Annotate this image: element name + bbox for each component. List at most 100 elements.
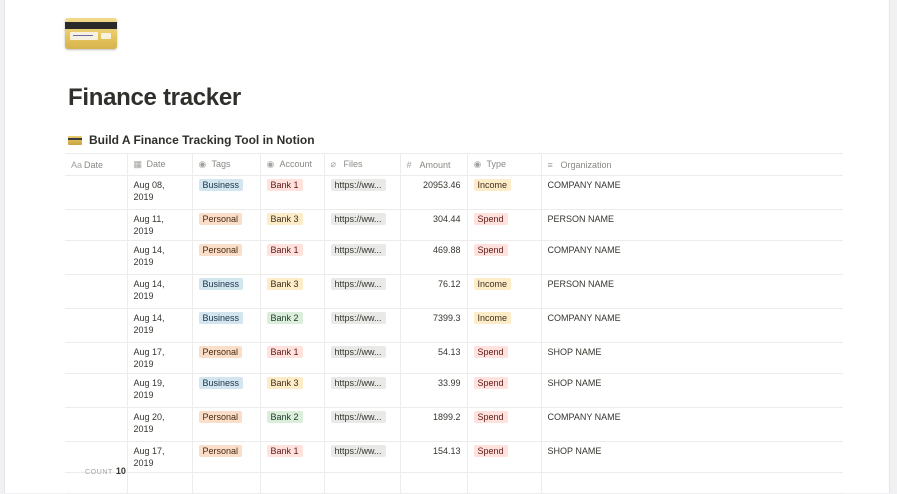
file-link[interactable]: https://ww... xyxy=(330,445,386,457)
cell-amount[interactable]: 76.12 xyxy=(399,274,467,309)
cell-date[interactable]: Aug 19, 2019 xyxy=(126,373,192,408)
empty-cell[interactable] xyxy=(191,472,260,494)
cell-name[interactable] xyxy=(65,373,127,408)
table-row[interactable]: Aug 14, 2019 Business Bank 3 https://ww... 7… xyxy=(65,274,843,309)
cell-amount[interactable]: 20953.46 xyxy=(399,175,467,210)
cell-organization[interactable]: SHOP NAME xyxy=(540,342,843,374)
cell-amount[interactable]: 1899.2 xyxy=(399,407,467,442)
file-link[interactable]: https://ww... xyxy=(330,179,386,191)
type-pill[interactable]: Spend xyxy=(473,411,508,423)
column-header-date[interactable]: ▦ Date xyxy=(126,153,192,176)
cell-type[interactable]: Spend xyxy=(466,407,541,442)
cell-type[interactable]: Spend xyxy=(466,342,541,374)
account-pill[interactable]: Bank 2 xyxy=(266,312,303,324)
cell-amount[interactable]: 304.44 xyxy=(399,209,467,241)
account-pill[interactable]: Bank 1 xyxy=(266,346,303,358)
type-pill[interactable]: Income xyxy=(473,312,512,324)
cell-type[interactable]: Income xyxy=(466,175,541,210)
cell-tags[interactable]: Personal xyxy=(191,240,260,275)
cell-amount[interactable]: 33.99 xyxy=(399,373,467,408)
file-link[interactable]: https://ww... xyxy=(330,244,386,256)
cell-tags[interactable]: Personal xyxy=(191,441,260,473)
tag-pill[interactable]: Business xyxy=(198,278,244,290)
empty-cell[interactable] xyxy=(259,472,324,494)
tag-pill[interactable]: Personal xyxy=(198,346,243,358)
type-pill[interactable]: Spend xyxy=(473,346,508,358)
database-title[interactable]: Build A Finance Tracking Tool in Notion xyxy=(68,132,315,148)
table-row[interactable]: Aug 17, 2019 Personal Bank 1 https://ww... 5… xyxy=(65,342,843,374)
empty-cell[interactable] xyxy=(399,472,467,494)
cell-date[interactable]: Aug 20, 2019 xyxy=(126,407,192,442)
file-link[interactable]: https://ww... xyxy=(330,377,386,389)
empty-cell[interactable] xyxy=(126,472,192,494)
tag-pill[interactable]: Business xyxy=(198,312,244,324)
cell-tags[interactable]: Business xyxy=(191,274,260,309)
cell-account[interactable]: Bank 2 xyxy=(259,308,324,343)
file-link[interactable]: https://ww... xyxy=(330,346,386,358)
cell-amount[interactable]: 7399.3 xyxy=(399,308,467,343)
cell-type[interactable]: Spend xyxy=(466,240,541,275)
tag-pill[interactable]: Personal xyxy=(198,244,243,256)
cell-files[interactable]: https://ww... xyxy=(323,342,400,374)
file-link[interactable]: https://ww... xyxy=(330,411,386,423)
table-row[interactable]: Aug 20, 2019 Personal Bank 2 https://ww... 1… xyxy=(65,407,843,442)
cell-account[interactable]: Bank 1 xyxy=(259,175,324,210)
type-pill[interactable]: Spend xyxy=(473,213,508,225)
cell-tags[interactable]: Business xyxy=(191,175,260,210)
type-pill[interactable]: Spend xyxy=(473,244,508,256)
cell-account[interactable]: Bank 3 xyxy=(259,209,324,241)
cell-type[interactable]: Income xyxy=(466,308,541,343)
tag-pill[interactable]: Personal xyxy=(198,213,243,225)
file-link[interactable]: https://ww... xyxy=(330,213,386,225)
table-row[interactable]: Aug 19, 2019 Business Bank 3 https://ww... 3… xyxy=(65,373,843,408)
cell-name[interactable] xyxy=(65,209,127,241)
cell-name[interactable] xyxy=(65,407,127,442)
account-pill[interactable]: Bank 3 xyxy=(266,377,303,389)
cell-organization[interactable]: COMPANY NAME xyxy=(540,308,843,343)
cell-amount[interactable]: 54.13 xyxy=(399,342,467,374)
type-pill[interactable]: Spend xyxy=(473,445,508,457)
column-header-account[interactable]: ◉ Account xyxy=(259,153,324,176)
cell-amount[interactable]: 469.88 xyxy=(399,240,467,275)
cell-date[interactable]: Aug 14, 2019 xyxy=(126,308,192,343)
tag-pill[interactable]: Personal xyxy=(198,411,243,423)
cell-date[interactable]: Aug 11, 2019 xyxy=(126,209,192,241)
column-header-amount[interactable]: # Amount xyxy=(399,153,467,176)
cell-tags[interactable]: Personal xyxy=(191,407,260,442)
cell-tags[interactable]: Business xyxy=(191,373,260,408)
type-pill[interactable]: Spend xyxy=(473,377,508,389)
account-pill[interactable]: Bank 2 xyxy=(266,411,303,423)
table-row[interactable]: Aug 14, 2019 Personal Bank 1 https://ww... 4… xyxy=(65,240,843,275)
column-header-files[interactable]: ⌀ Files xyxy=(323,153,400,176)
cell-account[interactable]: Bank 3 xyxy=(259,373,324,408)
empty-cell[interactable] xyxy=(323,472,400,494)
cell-files[interactable]: https://ww... xyxy=(323,240,400,275)
cell-date[interactable]: Aug 17, 2019 xyxy=(126,342,192,374)
cell-organization[interactable]: COMPANY NAME xyxy=(540,175,843,210)
cell-tags[interactable]: Personal xyxy=(191,342,260,374)
type-pill[interactable]: Income xyxy=(473,278,512,290)
cell-account[interactable]: Bank 2 xyxy=(259,407,324,442)
cell-account[interactable]: Bank 1 xyxy=(259,441,324,473)
table-row[interactable]: Aug 17, 2019 Personal Bank 1 https://ww... 1… xyxy=(65,441,843,473)
table-row[interactable]: Aug 11, 2019 Personal Bank 3 https://ww... 3… xyxy=(65,209,843,241)
cell-files[interactable]: https://ww... xyxy=(323,407,400,442)
file-link[interactable]: https://ww... xyxy=(330,278,386,290)
tag-pill[interactable]: Personal xyxy=(198,445,243,457)
empty-cell[interactable] xyxy=(540,472,843,494)
account-pill[interactable]: Bank 1 xyxy=(266,179,303,191)
cell-date[interactable]: Aug 17, 2019 xyxy=(126,441,192,473)
cell-files[interactable]: https://ww... xyxy=(323,274,400,309)
cell-type[interactable]: Income xyxy=(466,274,541,309)
empty-row[interactable] xyxy=(65,472,843,494)
tag-pill[interactable]: Business xyxy=(198,377,244,389)
account-pill[interactable]: Bank 3 xyxy=(266,213,303,225)
cell-files[interactable]: https://ww... xyxy=(323,209,400,241)
cell-name[interactable] xyxy=(65,175,127,210)
cell-account[interactable]: Bank 1 xyxy=(259,240,324,275)
cell-type[interactable]: Spend xyxy=(466,373,541,408)
table-row[interactable]: Aug 08, 2019 Business Bank 1 https://ww... 2… xyxy=(65,175,843,210)
table-row[interactable]: Aug 14, 2019 Business Bank 2 https://ww... 7… xyxy=(65,308,843,343)
cell-account[interactable]: Bank 3 xyxy=(259,274,324,309)
cell-name[interactable] xyxy=(65,342,127,374)
